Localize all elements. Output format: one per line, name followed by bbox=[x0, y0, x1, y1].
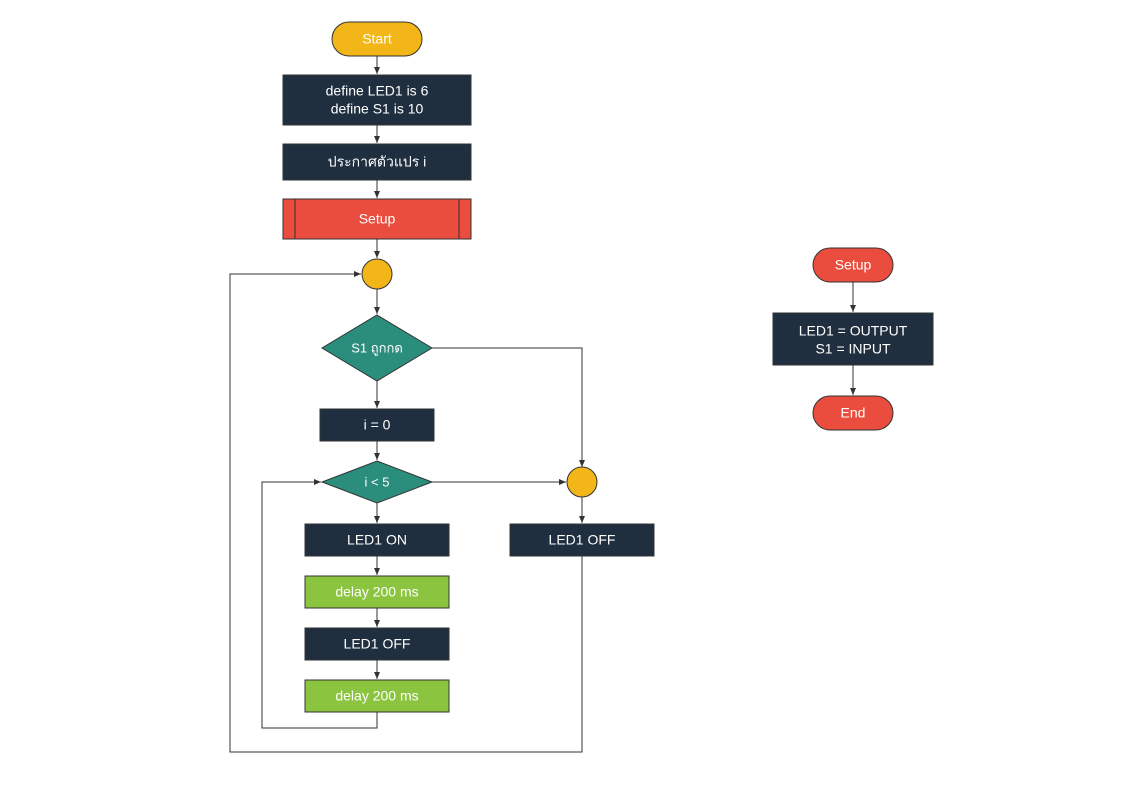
loop-connector-top bbox=[362, 259, 392, 289]
delay1-label: delay 200 ms bbox=[335, 584, 418, 600]
setup-body-line2: S1 = INPUT bbox=[815, 341, 891, 357]
setup-body-line1: LED1 = OUTPUT bbox=[799, 323, 908, 339]
led1-off-right-label: LED1 OFF bbox=[549, 532, 616, 548]
set-i-label: i = 0 bbox=[364, 417, 391, 433]
setup-start-label: Setup bbox=[835, 257, 872, 273]
define-line2: define S1 is 10 bbox=[331, 101, 424, 117]
setup-end-label: End bbox=[841, 405, 866, 421]
define-line1: define LED1 is 6 bbox=[326, 83, 429, 99]
decision-i5-label: i < 5 bbox=[365, 474, 390, 489]
flowchart-canvas: Start define LED1 is 6 define S1 is 10 ป… bbox=[0, 0, 1123, 794]
setup-call-label: Setup bbox=[359, 211, 396, 227]
right-connector bbox=[567, 467, 597, 497]
delay2-label: delay 200 ms bbox=[335, 688, 418, 704]
decision-s1-label: S1 ถูกกด bbox=[351, 340, 403, 356]
led1-off-loop-label: LED1 OFF bbox=[344, 636, 411, 652]
declare-var-label: ประกาศตัวแปร i bbox=[328, 154, 427, 170]
led1-on-label: LED1 ON bbox=[347, 532, 407, 548]
start-label: Start bbox=[362, 31, 392, 47]
setup-body-box bbox=[773, 313, 933, 365]
